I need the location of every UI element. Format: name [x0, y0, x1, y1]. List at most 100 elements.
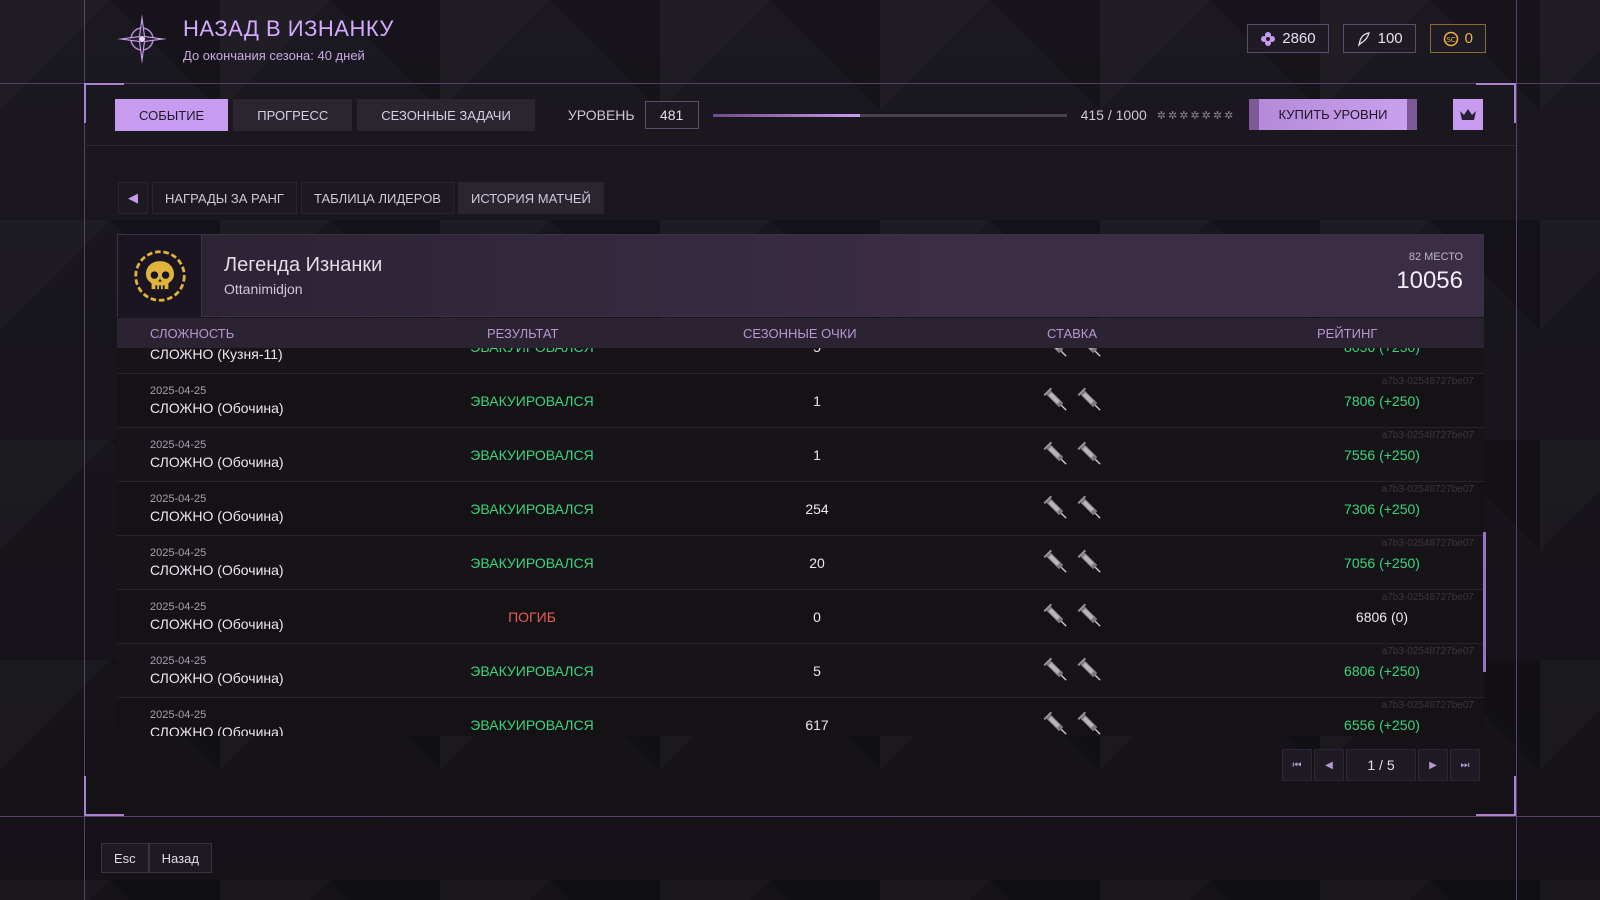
table-header: СЛОЖНОСТЬ РЕЗУЛЬТАТ СЕЗОННЫЕ ОЧКИ СТАВКА… [117, 318, 1484, 348]
currency-flower[interactable]: 2860 [1247, 24, 1329, 53]
currency-coin[interactable]: SC 0 [1429, 24, 1486, 53]
tab-progress[interactable]: ПРОГРЕСС [233, 99, 353, 131]
match-stake [1042, 439, 1112, 471]
syringe-icon [1080, 348, 1101, 357]
match-stake [1042, 547, 1112, 579]
syringe-icon [1046, 348, 1067, 357]
match-season-points: 20 [809, 555, 825, 571]
match-result: ЭВАКУИРОВАЛСЯ [470, 717, 594, 733]
match-difficulty: СЛОЖНО (Обочина) [150, 454, 284, 470]
syringe-icon [1077, 495, 1101, 519]
match-result: ЭВАКУИРОВАЛСЯ [470, 393, 594, 409]
match-id: a7b3-02548727be07 [1381, 538, 1474, 549]
flower-icon [1261, 31, 1276, 46]
match-stake [1042, 493, 1112, 525]
player-standing: 82 МЕСТО 10056 [1396, 251, 1463, 295]
table-row[interactable]: СЛОЖНО (Кузня-11) ЭВАКУИРОВАЛСЯ 5 8056 (+25… [117, 348, 1484, 374]
currency-coin-value: 0 [1464, 30, 1473, 47]
syringe-icon [1043, 387, 1067, 411]
match-result: ЭВАКУИРОВАЛСЯ [470, 447, 594, 463]
match-id: a7b3-02548727be07 [1381, 430, 1474, 441]
subtab-match-history[interactable]: ИСТОРИЯ МАТЧЕЙ [457, 182, 604, 214]
chevron-right-icon: ▶ [1429, 759, 1437, 771]
match-date: 2025-04-25 [150, 385, 207, 397]
match-id: a7b3-02548727be07 [1381, 700, 1474, 711]
subtabs-back-button[interactable]: ◀ [118, 182, 148, 214]
top-nav: СОБЫТИЕ ПРОГРЕСС СЕЗОННЫЕ ЗАДАЧИ УРОВЕНЬ… [115, 99, 1485, 131]
match-rating: 6806 (0) [1355, 609, 1409, 625]
progress-stars: ✲✲✲✲✲✲✲ [1156, 109, 1236, 122]
syringe-icon [1077, 657, 1101, 681]
first-page-button[interactable]: ⏮ [1282, 749, 1312, 781]
level-value: 481 [644, 101, 699, 129]
tab-event[interactable]: СОБЫТИЕ [115, 99, 229, 131]
coin-icon: SC [1443, 31, 1458, 46]
syringe-icon [1077, 387, 1101, 411]
tab-season-tasks[interactable]: СЕЗОННЫЕ ЗАДАЧИ [357, 99, 535, 131]
match-difficulty: СЛОЖНО (Обочина) [150, 508, 284, 524]
frame-line-left [84, 0, 85, 900]
last-page-icon: ⏭ [1460, 759, 1470, 771]
col-difficulty: СЛОЖНОСТЬ [150, 326, 235, 341]
subtabs: ◀ НАГРАДЫ ЗА РАНГ ТАБЛИЦА ЛИДЕРОВ ИСТОРИ… [118, 182, 604, 214]
match-date: 2025-04-25 [150, 547, 207, 559]
match-rating: 7806 (+250) [1344, 393, 1420, 409]
prev-page-button[interactable]: ◀ [1314, 749, 1344, 781]
match-date: 2025-04-25 [150, 493, 207, 505]
match-result: ЭВАКУИРОВАЛСЯ [470, 663, 594, 679]
level-progress-bar [712, 113, 1067, 117]
match-stake [1042, 709, 1112, 736]
compass-star-icon [117, 14, 167, 64]
table-row[interactable]: a7b3-02548727be07 2025-04-25 СЛОЖНО (Обочи… [117, 536, 1484, 590]
match-stake [1042, 655, 1112, 687]
footer-back[interactable]: Esc Назад [101, 843, 212, 873]
match-difficulty: СЛОЖНО (Обочина) [150, 616, 284, 632]
currency-feather[interactable]: 100 [1342, 24, 1416, 53]
match-date: 2025-04-25 [150, 655, 207, 667]
match-rating: 7306 (+250) [1344, 501, 1420, 517]
corner-bottom-right [1476, 776, 1516, 816]
chevron-left-icon: ◀ [1325, 759, 1333, 771]
table-row[interactable]: a7b3-02548727be07 2025-04-25 СЛОЖНО (Обочи… [117, 482, 1484, 536]
match-date: 2025-04-25 [150, 709, 207, 721]
match-rating: 7556 (+250) [1344, 447, 1420, 463]
buy-levels-button[interactable]: КУПИТЬ УРОВНИ [1249, 99, 1417, 130]
match-difficulty: СЛОЖНО (Кузня-11) [150, 348, 283, 362]
match-id: a7b3-02548727be07 [1381, 646, 1474, 657]
syringe-icon [1043, 711, 1067, 735]
match-stake [1042, 348, 1112, 363]
match-stake [1042, 601, 1112, 633]
player-rating: 10056 [1396, 267, 1463, 294]
match-season-points: 617 [805, 717, 829, 733]
subtab-leaderboard[interactable]: ТАБЛИЦА ЛИДЕРОВ [300, 182, 454, 214]
table-row[interactable]: a7b3-02548727be07 2025-04-25 СЛОЖНО (Обочи… [117, 428, 1484, 482]
syringe-icon [1043, 603, 1067, 627]
last-page-button[interactable]: ⏭ [1450, 749, 1480, 781]
pagination: ⏮ ◀ 1 / 5 ▶ ⏭ [1282, 749, 1480, 781]
table-row[interactable]: a7b3-02548727be07 2025-04-25 СЛОЖНО (Обочи… [117, 590, 1484, 644]
subtab-rank-rewards[interactable]: НАГРАДЫ ЗА РАНГ [152, 182, 297, 214]
match-difficulty: СЛОЖНО (Обочина) [150, 562, 284, 578]
next-page-button[interactable]: ▶ [1418, 749, 1448, 781]
col-result: РЕЗУЛЬТАТ [487, 326, 559, 341]
rank-badge [118, 234, 202, 317]
table-row[interactable]: a7b3-02548727be07 2025-04-25 СЛОЖНО (Обочи… [117, 644, 1484, 698]
frame-line-nav [84, 145, 1516, 146]
season-countdown: До окончания сезона: 40 дней [183, 47, 365, 63]
table-row[interactable]: a7b3-02548727be07 2025-04-25 СЛОЖНО (Обочи… [117, 698, 1484, 736]
match-season-points: 0 [813, 609, 821, 625]
first-page-icon: ⏮ [1292, 759, 1302, 771]
table-row[interactable]: a7b3-02548727be07 2025-04-25 СЛОЖНО (Обочи… [117, 374, 1484, 428]
match-date: 2025-04-25 [150, 439, 207, 451]
match-result: ЭВАКУИРОВАЛСЯ [470, 501, 594, 517]
player-username: Ottanimidjon [224, 281, 303, 297]
premium-button[interactable] [1453, 99, 1483, 130]
match-result: ЭВАКУИРОВАЛСЯ [470, 555, 594, 571]
frame-line-top [0, 83, 1600, 84]
table-scrollbar[interactable] [1483, 532, 1486, 672]
match-history-table[interactable]: СЛОЖНО (Кузня-11) ЭВАКУИРОВАЛСЯ 5 8056 (+25… [117, 348, 1484, 736]
back-button[interactable]: Назад [148, 843, 212, 873]
match-season-points: 1 [813, 393, 821, 409]
syringe-icon [1043, 657, 1067, 681]
match-id: a7b3-02548727be07 [1381, 376, 1474, 387]
